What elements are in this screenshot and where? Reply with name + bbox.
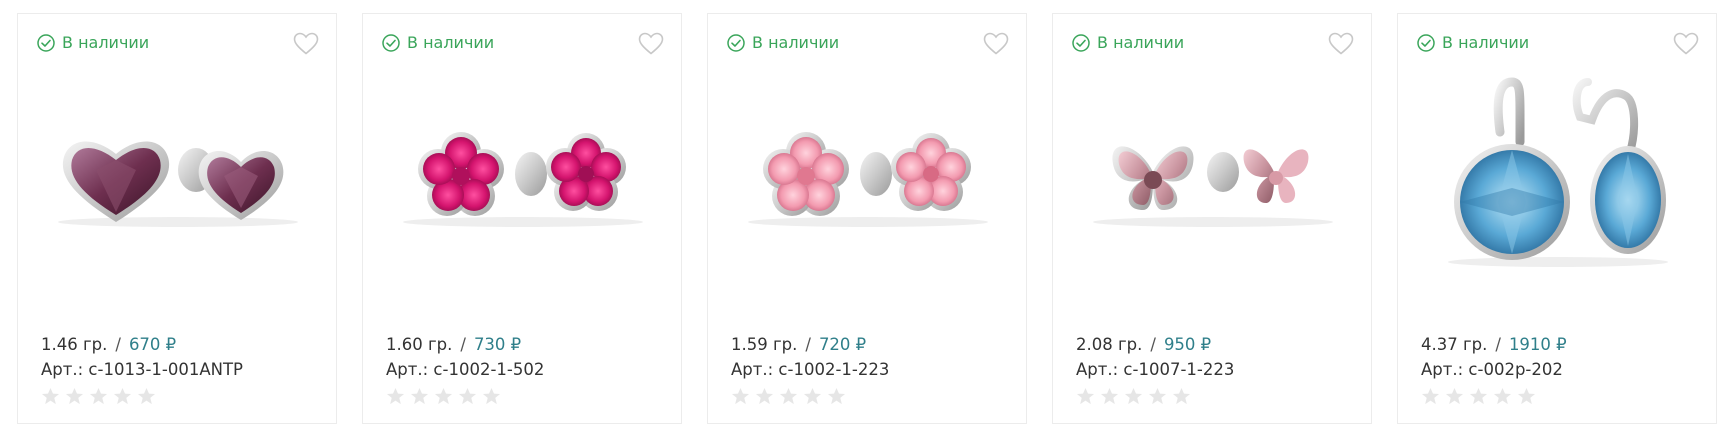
star-icon[interactable] xyxy=(113,387,132,406)
butterfly-stud-earrings-image xyxy=(1093,146,1333,227)
sku: Арт.: с-1013-1-001ANTP xyxy=(41,360,243,379)
star-icon[interactable] xyxy=(1469,387,1488,406)
price: 1910 ₽ xyxy=(1508,335,1567,354)
star-icon[interactable] xyxy=(137,387,156,406)
star-icon[interactable] xyxy=(1445,387,1464,406)
pink-flower-stud-earrings-image xyxy=(748,132,988,227)
separator: / xyxy=(1150,335,1156,354)
separator: / xyxy=(1495,335,1501,354)
star-icon[interactable] xyxy=(755,387,774,406)
star-icon[interactable] xyxy=(386,387,405,406)
star-icon[interactable] xyxy=(482,387,501,406)
stock-status: В наличии xyxy=(1417,33,1529,52)
sku: Арт.: с-1002-1-223 xyxy=(731,360,890,379)
product-card[interactable]: В наличии 1.46 гр./670 ₽ Арт.: с-1013-1-… xyxy=(17,13,337,424)
star-icon[interactable] xyxy=(410,387,429,406)
stock-label: В наличии xyxy=(1097,33,1185,52)
stock-label: В наличии xyxy=(62,33,150,52)
heart-icon[interactable] xyxy=(293,32,319,56)
star-icon[interactable] xyxy=(1100,387,1119,406)
stock-status: В наличии xyxy=(727,33,839,52)
heart-stud-earrings-image xyxy=(58,141,298,227)
star-icon[interactable] xyxy=(1124,387,1143,406)
price-line: 1.59 гр. / 720 ₽ xyxy=(731,335,866,354)
star-icon[interactable] xyxy=(1076,387,1095,406)
product-image[interactable] xyxy=(381,72,665,312)
rating-stars[interactable] xyxy=(41,387,156,406)
blue-round-drop-earrings-image xyxy=(1448,77,1668,267)
product-image[interactable] xyxy=(1071,72,1355,312)
separator: / xyxy=(460,335,466,354)
check-circle-icon xyxy=(382,33,400,52)
rating-stars[interactable] xyxy=(731,387,846,406)
sku: Арт.: с-002р-202 xyxy=(1421,360,1563,379)
star-icon[interactable] xyxy=(1517,387,1536,406)
star-icon[interactable] xyxy=(1172,387,1191,406)
product-image[interactable] xyxy=(36,72,320,312)
stock-status: В наличии xyxy=(37,33,149,52)
rating-stars[interactable] xyxy=(1421,387,1536,406)
star-icon[interactable] xyxy=(458,387,477,406)
weight: 1.59 гр. xyxy=(731,335,798,354)
star-icon[interactable] xyxy=(1421,387,1440,406)
star-icon[interactable] xyxy=(1493,387,1512,406)
product-card[interactable]: В наличии xyxy=(362,13,682,424)
star-icon[interactable] xyxy=(779,387,798,406)
weight: 2.08 гр. xyxy=(1076,335,1143,354)
check-circle-icon xyxy=(1417,33,1435,52)
check-circle-icon xyxy=(37,33,55,52)
star-icon[interactable] xyxy=(65,387,84,406)
stock-label: В наличии xyxy=(1442,33,1530,52)
heart-icon[interactable] xyxy=(1328,32,1354,56)
check-circle-icon xyxy=(727,33,745,52)
check-circle-icon xyxy=(1072,33,1090,52)
weight: 4.37 гр. xyxy=(1421,335,1488,354)
star-icon[interactable] xyxy=(731,387,750,406)
product-card[interactable]: В наличии xyxy=(1052,13,1372,424)
price: 670 ₽ xyxy=(128,335,177,354)
star-icon[interactable] xyxy=(434,387,453,406)
heart-icon[interactable] xyxy=(983,32,1009,56)
star-icon[interactable] xyxy=(1148,387,1167,406)
star-icon[interactable] xyxy=(803,387,822,406)
price: 720 ₽ xyxy=(818,335,867,354)
product-card[interactable]: В наличии xyxy=(707,13,1027,424)
stock-status: В наличии xyxy=(1072,33,1184,52)
product-image[interactable] xyxy=(1416,72,1700,312)
price: 950 ₽ xyxy=(1163,335,1212,354)
star-icon[interactable] xyxy=(41,387,60,406)
stock-label: В наличии xyxy=(752,33,840,52)
star-icon[interactable] xyxy=(827,387,846,406)
sku: Арт.: с-1007-1-223 xyxy=(1076,360,1235,379)
stock-label: В наличии xyxy=(407,33,495,52)
heart-icon[interactable] xyxy=(1673,32,1699,56)
stock-status: В наличии xyxy=(382,33,494,52)
separator: / xyxy=(115,335,121,354)
product-image[interactable] xyxy=(726,72,1010,312)
weight: 1.60 гр. xyxy=(386,335,453,354)
price-line: 4.37 гр. / 1910 ₽ xyxy=(1421,335,1567,354)
price-line: 1.60 гр. / 730 ₽ xyxy=(386,335,521,354)
separator: / xyxy=(805,335,811,354)
weight: 1.46 гр. xyxy=(41,335,108,354)
product-card[interactable]: В наличии 4.37 гр. / 1910 ₽ Арт.: с-002р-2… xyxy=(1397,13,1717,424)
fuchsia-flower-stud-earrings-image xyxy=(403,132,643,227)
price-line: 1.46 гр. / 670 ₽ xyxy=(41,335,176,354)
rating-stars[interactable] xyxy=(386,387,501,406)
star-icon[interactable] xyxy=(89,387,108,406)
price: 730 ₽ xyxy=(473,335,522,354)
rating-stars[interactable] xyxy=(1076,387,1191,406)
price-line: 2.08 гр. / 950 ₽ xyxy=(1076,335,1211,354)
heart-icon[interactable] xyxy=(638,32,664,56)
sku: Арт.: с-1002-1-502 xyxy=(386,360,545,379)
